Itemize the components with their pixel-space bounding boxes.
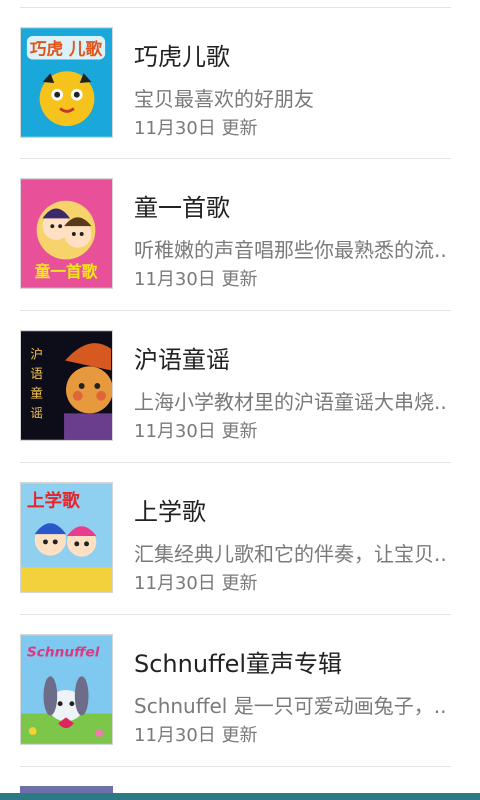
item-description: 汇集经典儿歌和它的伴奏，让宝贝... bbox=[134, 542, 448, 566]
album-list: 巧虎 儿歌 巧虎儿歌 宝贝最喜欢的好朋友 11月30日 更新 童一首歌 童一首歌… bbox=[0, 0, 480, 800]
item-update-date: 11月30日 更新 bbox=[134, 118, 258, 139]
list-item-qiaohu[interactable]: 巧虎 儿歌 巧虎儿歌 宝贝最喜欢的好朋友 11月30日 更新 bbox=[0, 7, 480, 158]
list-item-schnuffel[interactable]: Schnuffel Schnuffel童声专辑 Schnuffel 是一只可爱动… bbox=[0, 614, 480, 765]
item-title: Schnuffel童声专辑 bbox=[134, 650, 343, 678]
item-update-date: 11月30日 更新 bbox=[134, 421, 258, 442]
list-item-shangxuege[interactable]: 上学歌 上学歌 汇集经典儿歌和它的伴奏，让宝贝... 11月30日 更新 bbox=[0, 462, 480, 613]
thumb-text-4: 谣 bbox=[30, 405, 43, 420]
thumb-text: 上学歌 bbox=[27, 491, 80, 512]
item-update-date: 11月30日 更新 bbox=[134, 573, 258, 594]
item-title: 上学歌 bbox=[134, 498, 206, 526]
bottom-edge-strip bbox=[0, 793, 480, 800]
list-item-huyutongyao[interactable]: 沪 语 童 谣 沪语童谣 上海小学教材里的沪语童谣大串烧... 11月30日 更… bbox=[0, 310, 480, 461]
item-update-date: 11月30日 更新 bbox=[134, 269, 258, 290]
item-description: 上海小学教材里的沪语童谣大串烧... bbox=[134, 390, 448, 414]
thumb-text: 童一首歌 bbox=[35, 262, 98, 281]
album-cover-huyutongyao: 沪 语 童 谣 bbox=[20, 330, 113, 441]
item-title: 巧虎儿歌 bbox=[134, 43, 230, 71]
item-title: 童一首歌 bbox=[134, 194, 230, 222]
divider bbox=[20, 766, 451, 767]
album-cover-shangxuege: 上学歌 bbox=[20, 482, 113, 593]
item-description: 听稚嫩的声音唱那些你最熟悉的流... bbox=[134, 238, 448, 262]
thumb-text-1: 沪 bbox=[30, 347, 43, 362]
list-item-tongyishouge[interactable]: 童一首歌 童一首歌 听稚嫩的声音唱那些你最熟悉的流... 11月30日 更新 bbox=[0, 158, 480, 309]
thumb-text-2: 语 bbox=[30, 366, 43, 381]
item-update-date: 11月30日 更新 bbox=[134, 725, 258, 746]
album-cover-tongyishouge: 童一首歌 bbox=[20, 178, 113, 289]
album-cover-schnuffel: Schnuffel bbox=[20, 634, 113, 745]
item-title: 沪语童谣 bbox=[134, 346, 230, 374]
item-description: 宝贝最喜欢的好朋友 bbox=[134, 87, 314, 111]
thumb-text: Schnuffel bbox=[27, 645, 100, 661]
thumb-text-3: 童 bbox=[30, 386, 43, 401]
album-cover-qiaohu: 巧虎 儿歌 bbox=[20, 27, 113, 138]
item-description: Schnuffel 是一只可爱动画兔子，... bbox=[134, 694, 448, 718]
thumb-text: 巧虎 儿歌 bbox=[30, 39, 103, 59]
